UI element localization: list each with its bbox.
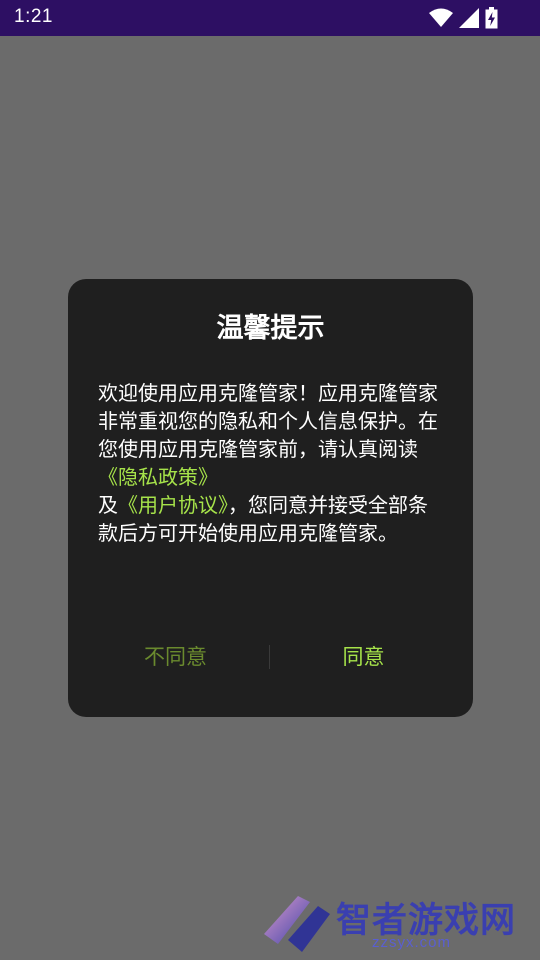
consent-dialog: 温馨提示 欢迎使用应用克隆管家！应用克隆管家非常重视您的隐私和个人信息保护。在您… [68, 279, 473, 717]
user-agreement-link[interactable]: 《用户协议》 [118, 493, 228, 517]
battery-icon [485, 7, 498, 29]
status-bar: 1:21 [0, 0, 540, 36]
watermark-subtext: zzsyx.com [372, 934, 452, 951]
privacy-policy-link[interactable]: 《隐私政策》 [98, 465, 218, 489]
status-icons [429, 7, 498, 29]
button-divider [269, 645, 270, 669]
message-text-1: 欢迎使用应用克隆管家！应用克隆管家非常重视您的隐私和个人信息保护。在您使用应用克… [98, 381, 438, 461]
message-text-2: 及 [98, 493, 118, 517]
wifi-icon [429, 8, 453, 27]
dialog-message: 欢迎使用应用克隆管家！应用克隆管家非常重视您的隐私和个人信息保护。在您使用应用克… [98, 379, 443, 547]
signal-icon [459, 8, 479, 28]
watermark: 智者游戏网 zzsyx.com [258, 890, 540, 960]
disagree-button[interactable]: 不同意 [83, 637, 268, 677]
watermark-logo-icon [264, 896, 330, 952]
dialog-buttons: 不同意 同意 [68, 637, 473, 677]
dialog-title: 温馨提示 [216, 313, 325, 344]
status-time: 1:21 [14, 6, 53, 27]
agree-button[interactable]: 同意 [271, 637, 456, 677]
